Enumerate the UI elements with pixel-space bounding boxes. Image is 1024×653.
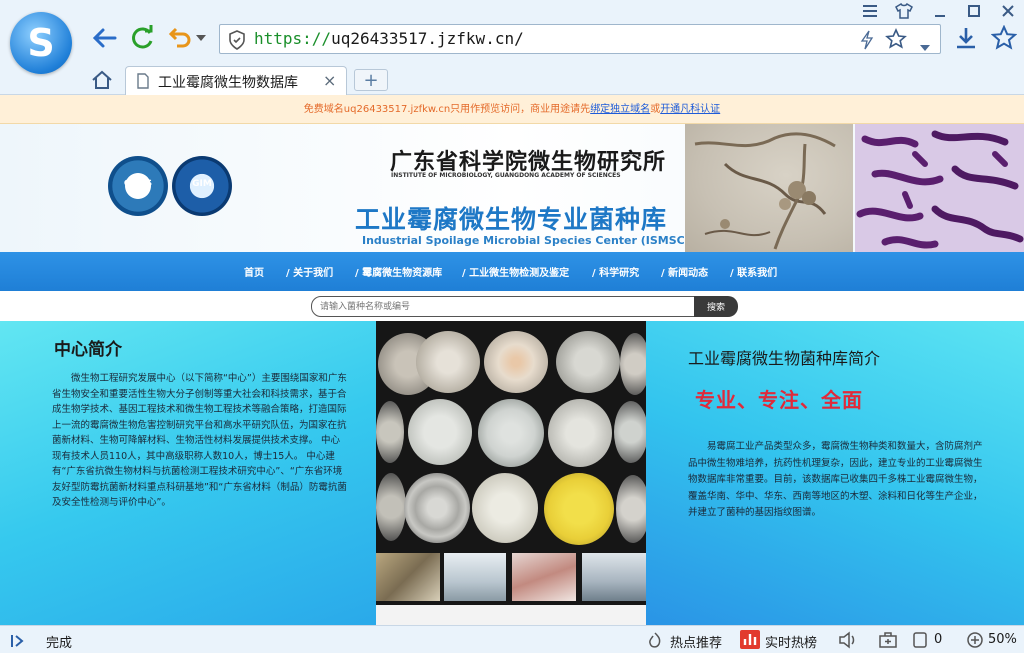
strain-library-panel: 工业霉腐微生物菌种库简介 专业、专注、全面 易霉腐工业产品类型众多，霉腐微生物种… (646, 321, 1024, 625)
tab-title: 工业霉腐微生物数据库 (158, 75, 298, 91)
main-nav: 首页 / 关于我们 / 霉腐微生物资源库 / 工业微生物检测及鉴定 / 科学研究… (0, 252, 1024, 291)
center-intro-title: 中心简介 (54, 340, 122, 360)
gdas-seal-logo: GDAS (108, 156, 168, 216)
petri-dish-image (548, 399, 612, 467)
petri-dish-image (376, 401, 404, 463)
address-dropdown-icon[interactable] (920, 36, 930, 55)
institute-name-en: INSTITUTE OF MICROBIOLOGY, GUANGDONG ACA… (391, 172, 621, 179)
download-icon[interactable] (952, 24, 980, 52)
strain-library-title: 工业霉腐微生物菌种库简介 (688, 349, 881, 368)
skin-shirt-icon[interactable] (894, 2, 914, 20)
favorites-star-icon[interactable] (990, 24, 1018, 52)
status-text: 完成 (46, 636, 73, 651)
strain-library-text: 易霉腐工业产品类型众多，霉腐微生物种类和数量大，含防腐剂产品中微生物难培养，抗药… (688, 441, 983, 518)
tab-strip: 工业霉腐微生物数据库 × + (0, 64, 1024, 95)
bookmark-star-icon[interactable] (885, 28, 907, 54)
browser-window: S https://uq26433517.jzfkw.cn/ 工业霉腐微生物数据… (0, 0, 1024, 653)
address-bar[interactable]: https://uq26433517.jzfkw.cn/ (219, 24, 941, 54)
page-icon (136, 73, 150, 93)
hot-recommend-link[interactable]: 热点推荐 (670, 632, 722, 651)
shield-icon (228, 30, 246, 54)
petri-dish-image (416, 331, 480, 393)
refresh-icon[interactable] (128, 24, 156, 52)
petri-dish-image (544, 473, 614, 545)
hot-list-icon (740, 630, 760, 649)
site-title-en: Industrial Spoilage Microbial Species Ce… (362, 234, 690, 247)
search-button[interactable]: 搜索 (694, 296, 738, 317)
menu-icon[interactable] (860, 2, 880, 20)
minimize-icon[interactable] (930, 2, 950, 20)
gim-seal-logo: GIM (172, 156, 232, 216)
hot-list-link[interactable]: 实时热榜 (765, 632, 817, 651)
petri-dish-image (408, 399, 472, 465)
strain-search-input[interactable] (311, 296, 697, 317)
site-title: 工业霉腐微生物专业菌种库 (355, 205, 668, 234)
petri-dish-image (484, 331, 548, 393)
lab-room-photo (444, 553, 506, 601)
url-text: https://uq26433517.jzfkw.cn/ (254, 29, 524, 48)
extension-icon[interactable] (878, 631, 898, 653)
lab-equipment-photo (512, 553, 576, 601)
slogan: 专业、专注、全面 (695, 388, 863, 412)
tab-active[interactable]: 工业霉腐微生物数据库 × (125, 66, 347, 95)
petri-dish-image (556, 331, 620, 393)
sidebar-toggle-icon[interactable] (10, 633, 26, 652)
back-icon[interactable] (90, 24, 118, 52)
web-page: 免费域名uq26433517.jzfkw.cn只用作预览访问，商业用途请先绑定独… (0, 95, 1024, 625)
domain-notice: 免费域名uq26433517.jzfkw.cn只用作预览访问，商业用途请先绑定独… (0, 95, 1024, 124)
petri-dish-image (616, 475, 650, 543)
blocked-count: 0 (934, 632, 943, 647)
petri-dish-image (404, 473, 470, 543)
lab-bench-photo (582, 553, 646, 601)
petri-dish-image (478, 399, 544, 467)
zoom-level[interactable]: 50% (988, 632, 1017, 647)
header-banner: GDAS GIM 广东省科学院微生物研究所 INSTITUTE OF MICRO… (0, 124, 1024, 252)
petri-dish-image (376, 473, 406, 541)
certify-link[interactable]: 开通凡科认证 (660, 104, 720, 115)
petri-dish-mosaic (376, 321, 650, 625)
hot-recommend-icon (646, 631, 664, 653)
volume-icon[interactable] (838, 631, 858, 653)
status-bar: 完成 热点推荐 实时热榜 0 50% (0, 625, 1024, 653)
zoom-icon[interactable] (966, 631, 984, 653)
search-row: 搜索 (0, 291, 1024, 321)
nav-about[interactable]: / 关于我们 (286, 264, 333, 279)
browser-toolbar: S https://uq26433517.jzfkw.cn/ 工业霉腐微生物数据… (0, 0, 1024, 95)
nav-research[interactable]: / 科学研究 (592, 264, 639, 279)
content-area: 中心简介 微生物工程研究发展中心（以下简称“中心”）主要围绕国家和广东省生物安全… (0, 321, 1024, 625)
undo-icon[interactable] (166, 24, 194, 52)
shield-counter-icon[interactable] (912, 631, 928, 653)
close-window-icon[interactable] (998, 2, 1018, 20)
fungal-hyphae-micrograph (685, 124, 853, 252)
center-intro-text: 微生物工程研究发展中心（以下简称“中心”）主要围绕国家和广东省生物安全和重要活性… (52, 373, 347, 508)
maximize-icon[interactable] (964, 2, 984, 20)
lightning-icon[interactable] (860, 30, 874, 54)
nav-news[interactable]: / 新闻动态 (661, 264, 708, 279)
nav-testing[interactable]: / 工业微生物检测及鉴定 (462, 264, 569, 279)
petri-dish-image (472, 473, 538, 543)
nav-resource-library[interactable]: / 霉腐微生物资源库 (355, 264, 442, 279)
nav-home[interactable]: 首页 (244, 264, 264, 279)
home-icon[interactable] (88, 66, 116, 94)
lab-storage-photo (376, 553, 440, 601)
stained-bacteria-micrograph (855, 124, 1024, 252)
tab-close-icon[interactable]: × (323, 71, 336, 90)
center-intro-panel: 中心简介 微生物工程研究发展中心（以下简称“中心”）主要围绕国家和广东省生物安全… (0, 321, 376, 625)
new-tab-button[interactable]: + (354, 69, 388, 91)
undo-dropdown-icon[interactable] (194, 24, 208, 52)
nav-contact[interactable]: / 联系我们 (730, 264, 777, 279)
petri-dish-image (614, 401, 648, 463)
bind-domain-link[interactable]: 绑定独立域名 (590, 104, 650, 115)
